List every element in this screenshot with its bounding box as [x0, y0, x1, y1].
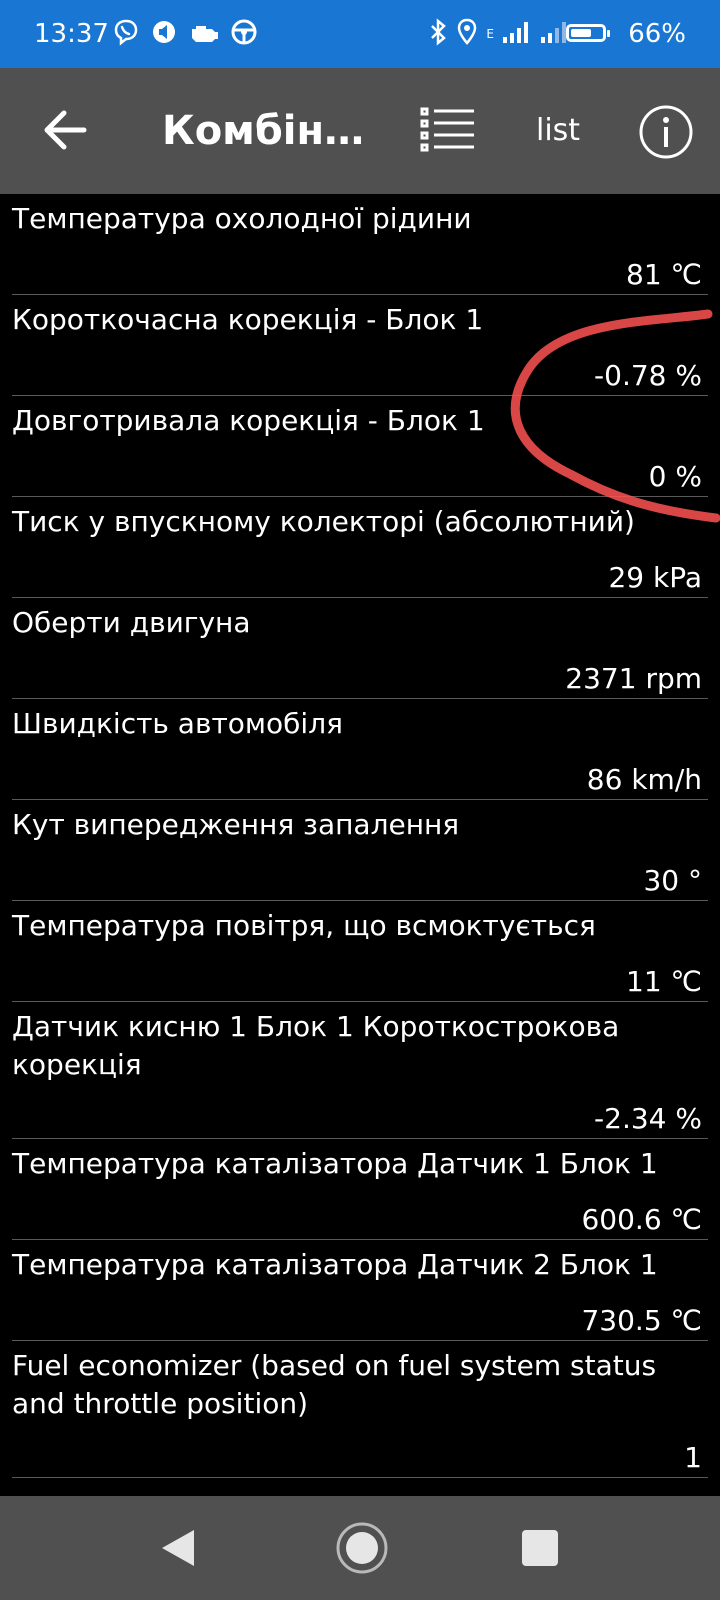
sensor-value: 1: [684, 1441, 702, 1474]
nav-home-icon: [336, 1522, 388, 1574]
network-label: E: [486, 27, 494, 41]
notification-icons: [112, 18, 258, 50]
sensor-label: Температура охолодної рідини: [12, 202, 472, 235]
nav-recents-button[interactable]: [522, 1530, 558, 1566]
list-item[interactable]: Температура охолодної рідини 81 ℃: [12, 194, 708, 295]
list-item[interactable]: Температура повітря, що всмоктується 11 …: [12, 901, 708, 1002]
app-bar: Комбіно… list: [0, 68, 720, 194]
steering-wheel-icon: [230, 18, 258, 50]
sensor-value: 2371 rpm: [565, 662, 702, 695]
battery-fill: [571, 29, 591, 37]
battery-icon: [566, 24, 610, 42]
list-item[interactable]: Короткочасна корекція - Блок 1 -0.78 %: [12, 295, 708, 396]
sensor-label: Температура каталізатора Датчик 1 Блок 1: [12, 1147, 658, 1180]
sensor-label: Температура каталізатора Датчик 2 Блок 1: [12, 1248, 658, 1281]
list-item[interactable]: Оберти двигуна 2371 rpm: [12, 598, 708, 699]
sensor-value: 11 ℃: [626, 965, 702, 998]
sensor-value: 600.6 ℃: [581, 1203, 702, 1236]
sensor-label: Оберти двигуна: [12, 606, 251, 639]
back-button[interactable]: [36, 100, 96, 160]
sensor-label: Тиск у впускному колекторі (абсолютний): [12, 505, 635, 538]
sensor-value: 29 kPa: [608, 561, 702, 594]
signal-icon: [502, 20, 532, 48]
battery-percent: 66%: [628, 19, 686, 49]
system-icons: E: [428, 18, 570, 50]
sensor-value: -0.78 %: [594, 359, 702, 392]
sensor-label: Датчик кисню 1 Блок 1 Короткострокова ко…: [12, 1010, 620, 1081]
car-engine-icon: [188, 20, 220, 48]
list-item[interactable]: Швидкість автомобіля 86 km/h: [12, 699, 708, 800]
list-item[interactable]: Температура каталізатора Датчик 1 Блок 1…: [12, 1139, 708, 1240]
media-icon: [150, 18, 178, 50]
info-button[interactable]: [638, 104, 694, 160]
nav-back-icon: [162, 1530, 194, 1566]
sensor-value: 86 km/h: [586, 763, 702, 796]
sensor-value: -2.34 %: [594, 1102, 702, 1135]
location-icon: [456, 18, 478, 50]
nav-back-button[interactable]: [158, 1526, 198, 1570]
status-bar: 13:37 E 66%: [0, 0, 720, 68]
back-arrow-icon: [44, 110, 87, 150]
status-time: 13:37: [34, 19, 109, 49]
viber-icon: [112, 18, 140, 50]
sensor-label: Довготривала корекція - Блок 1: [12, 404, 485, 437]
nav-home-button[interactable]: [334, 1520, 390, 1576]
sensor-label: Швидкість автомобіля: [12, 707, 343, 740]
sensor-value: 0 %: [648, 460, 702, 493]
sensor-label: Fuel economizer (based on fuel system st…: [12, 1349, 657, 1420]
sensor-label: Температура повітря, що всмоктується: [12, 909, 596, 942]
list-item[interactable]: Кут випередження запалення 30 °: [12, 800, 708, 901]
page-title: Комбіно…: [162, 108, 382, 154]
bluetooth-icon: [428, 18, 448, 50]
info-icon: [639, 105, 693, 159]
list-icon: [420, 107, 474, 152]
navigation-bar: [0, 1496, 720, 1600]
list-item[interactable]: Довготривала корекція - Блок 1 0 %: [12, 396, 708, 497]
sensor-value: 30 °: [643, 864, 702, 897]
list-view-button[interactable]: [420, 106, 480, 156]
sensor-label: Короткочасна корекція - Блок 1: [12, 303, 484, 336]
sensor-value: 730.5 ℃: [581, 1304, 702, 1337]
list-item[interactable]: Датчик кисню 1 Блок 1 Короткострокова ко…: [12, 1002, 708, 1139]
sensor-label: Кут випередження запалення: [12, 808, 460, 841]
list-mode-button[interactable]: list: [536, 112, 580, 150]
list-item[interactable]: Fuel economizer (based on fuel system st…: [12, 1341, 708, 1478]
sensor-list[interactable]: Температура охолодної рідини 81 ℃ Коротк…: [0, 194, 720, 1496]
sensor-value: 81 ℃: [626, 258, 702, 291]
list-item[interactable]: Температура каталізатора Датчик 2 Блок 1…: [12, 1240, 708, 1341]
list-item[interactable]: Тиск у впускному колекторі (абсолютний) …: [12, 497, 708, 598]
